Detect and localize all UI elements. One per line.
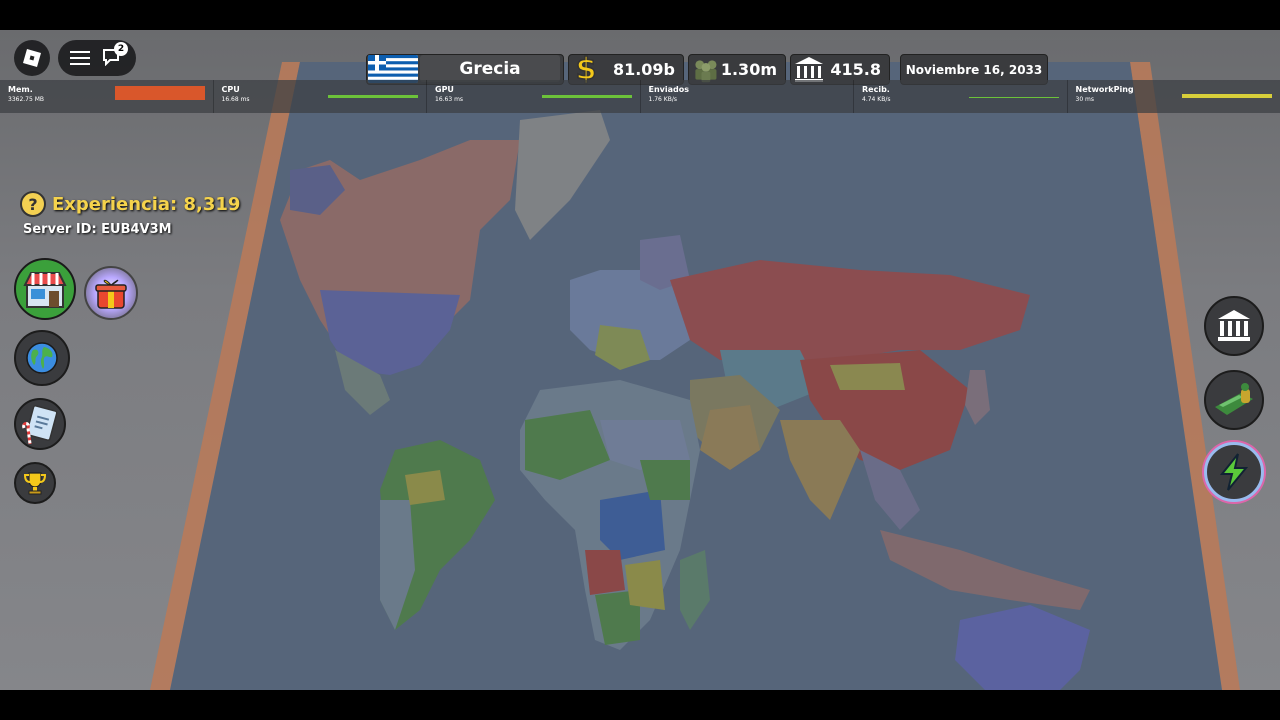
globe-icon xyxy=(26,342,58,374)
perf-value: 30 ms xyxy=(1075,96,1095,103)
perf-bar xyxy=(541,95,632,98)
perf-bar xyxy=(968,97,1059,98)
perf-sent: Enviados 1.76 KB/s xyxy=(641,80,854,113)
government-button[interactable] xyxy=(1204,296,1264,356)
perf-bar xyxy=(328,95,418,98)
perf-value: 3362.75 MB xyxy=(8,96,45,103)
roblox-logo-icon xyxy=(23,49,41,67)
missions-button[interactable] xyxy=(14,398,66,450)
gift-icon xyxy=(95,279,127,309)
perf-label: GPU xyxy=(435,85,454,94)
gift-button[interactable] xyxy=(84,266,138,320)
stability-value: 415.8 xyxy=(830,60,881,79)
perf-gpu: GPU 16.63 ms xyxy=(427,80,641,113)
experience-display: ? Experiencia: 8,319 xyxy=(20,191,240,217)
perf-label: NetworkPing xyxy=(1075,85,1134,94)
performance-stats: Mem. 3362.75 MB CPU 16.68 ms GPU 16.63 m… xyxy=(0,80,1280,113)
perf-value: 1.76 KB/s xyxy=(648,96,677,103)
perf-value: 4.74 KB/s xyxy=(862,96,891,103)
greece-flag xyxy=(368,55,418,83)
perf-label: Mem. xyxy=(8,85,33,94)
perf-value: 16.68 ms xyxy=(221,96,250,103)
perf-bar xyxy=(1182,94,1272,98)
money-value: 81.09b xyxy=(612,60,675,79)
troops-value: 1.30m xyxy=(720,60,777,79)
perf-label: Enviados xyxy=(648,85,690,94)
bank-icon xyxy=(1218,310,1250,341)
perf-label: Recib. xyxy=(862,85,890,94)
shop-button[interactable] xyxy=(14,258,76,320)
lightning-icon xyxy=(1219,453,1249,491)
world-map[interactable] xyxy=(0,30,1280,690)
server-id: Server ID: EUB4V3M xyxy=(23,222,172,237)
perf-cpu: CPU 16.68 ms xyxy=(214,80,427,113)
game-viewport[interactable] xyxy=(0,30,1280,690)
roblox-toolbar[interactable]: 2 xyxy=(58,40,136,76)
hamburger-menu-icon[interactable] xyxy=(70,50,90,66)
world-button[interactable] xyxy=(14,330,70,386)
perf-mem: Mem. 3362.75 MB xyxy=(0,80,214,113)
perf-value: 16.63 ms xyxy=(435,96,464,103)
chat-button[interactable]: 2 xyxy=(102,42,128,68)
leaderboard-button[interactable] xyxy=(14,462,56,504)
trophy-icon xyxy=(23,472,47,495)
experience-text: Experiencia: 8,319 xyxy=(52,193,241,215)
perf-ping: NetworkPing 30 ms xyxy=(1068,80,1280,113)
perf-label: CPU xyxy=(221,85,240,94)
notification-badge: 2 xyxy=(114,42,128,56)
question-icon[interactable]: ? xyxy=(20,191,46,217)
military-button[interactable] xyxy=(1204,370,1264,430)
clipboard-icon xyxy=(22,405,58,445)
country-name: Grecia xyxy=(420,55,560,82)
shop-icon xyxy=(23,272,67,308)
powers-button[interactable] xyxy=(1204,442,1264,502)
perf-bar xyxy=(114,86,205,100)
roblox-menu-button[interactable] xyxy=(14,40,50,76)
tank-icon xyxy=(1215,383,1253,415)
perf-received: Recib. 4.74 KB/s xyxy=(854,80,1068,113)
